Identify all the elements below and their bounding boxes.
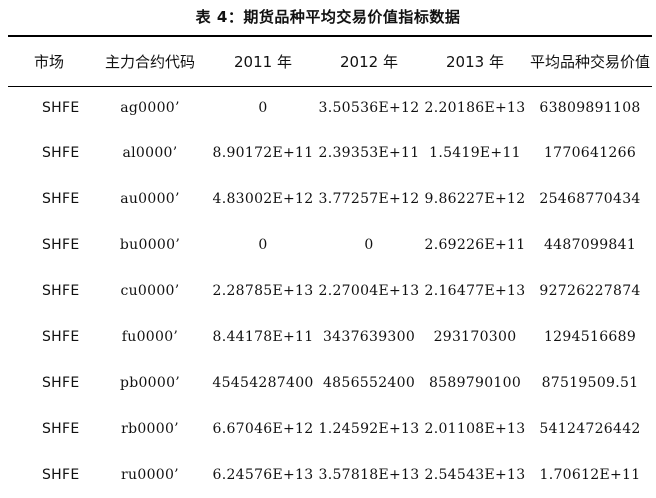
table-row: SHFE bu0000’ 0 0 2.69226E+11 4487099841 [8, 222, 652, 268]
table-row: SHFE fu0000’ 8.44178E+11 3437639300 29317030… [8, 314, 652, 360]
cell-market: SHFE [42, 421, 80, 437]
cell-contract-code: fu0000’ [121, 329, 179, 345]
cell-2011: 0 [258, 100, 268, 116]
cell-2012: 2.39353E+11 [318, 145, 420, 161]
header-contract-code: 主力合约代码 [104, 53, 195, 71]
cell-2011: 6.67046E+12 [212, 421, 314, 437]
cell-2011: 6.24576E+13 [212, 467, 314, 483]
cell-market: SHFE [42, 145, 80, 161]
cell-2012: 3437639300 [322, 329, 416, 345]
cell-average-value: 63809891108 [539, 100, 641, 116]
cell-contract-code: au0000’ [120, 191, 180, 207]
table-row: SHFE cu0000’ 2.28785E+13 2.27004E+13 2.16477… [8, 268, 652, 314]
cell-2013: 2.16477E+13 [424, 283, 526, 299]
table-row: SHFE ag0000’ 0 3.50536E+12 2.20186E+13 638098… [8, 86, 652, 130]
cell-2013: 2.54543E+13 [424, 467, 526, 483]
header-2012: 2012 年 [340, 53, 398, 71]
cell-2012: 3.57818E+13 [318, 467, 420, 483]
cell-2013: 1.5419E+11 [429, 145, 521, 161]
cell-2011: 8.90172E+11 [212, 145, 314, 161]
cell-2012: 4856552400 [322, 375, 416, 391]
cell-average-value: 92726227874 [539, 283, 641, 299]
table-body: SHFE ag0000’ 0 3.50536E+12 2.20186E+13 638098… [8, 86, 652, 498]
cell-2013: 293170300 [433, 329, 517, 345]
cell-2013: 8589790100 [428, 375, 522, 391]
cell-2012: 0 [364, 237, 374, 253]
table-row: SHFE ru0000’ 6.24576E+13 3.57818E+13 2.54543… [8, 452, 652, 498]
cell-2013: 9.86227E+12 [424, 191, 526, 207]
header-2013: 2013 年 [446, 53, 504, 71]
cell-contract-code: rb0000’ [121, 421, 179, 437]
header-market: 市场 [33, 53, 64, 71]
cell-market: SHFE [42, 375, 80, 391]
cell-market: SHFE [42, 100, 80, 116]
header-average-value: 平均品种交易价值 [529, 53, 650, 71]
table-header-row: 市场 主力合约代码 2011 年 2012 年 2013 年 平均品种交易价值 [8, 38, 652, 86]
table-row: SHFE al0000’ 8.90172E+11 2.39353E+11 1.5419E… [8, 130, 652, 176]
cell-2011: 45454287400 [212, 375, 314, 391]
cell-2011: 2.28785E+13 [212, 283, 314, 299]
cell-average-value: 1294516689 [543, 329, 637, 345]
header-2011: 2011 年 [234, 53, 292, 71]
cell-market: SHFE [42, 467, 80, 483]
cell-2013: 2.20186E+13 [424, 100, 526, 116]
cell-2012: 3.50536E+12 [318, 100, 420, 116]
cell-average-value: 54124726442 [539, 421, 641, 437]
cell-2012: 2.27004E+13 [318, 283, 420, 299]
data-table: 市场 主力合约代码 2011 年 2012 年 2013 年 平均品种交易价值 … [8, 38, 652, 498]
cell-market: SHFE [42, 329, 80, 345]
cell-2013: 2.69226E+11 [424, 237, 526, 253]
cell-contract-code: ru0000’ [121, 467, 179, 483]
cell-average-value: 1770641266 [543, 145, 637, 161]
cell-2012: 3.77257E+12 [318, 191, 420, 207]
table-row: SHFE pb0000’ 45454287400 4856552400 85897901… [8, 360, 652, 406]
cell-average-value: 4487099841 [543, 237, 637, 253]
cell-market: SHFE [42, 237, 80, 253]
cell-contract-code: al0000’ [122, 145, 178, 161]
cell-market: SHFE [42, 283, 80, 299]
cell-2013: 2.01108E+13 [424, 421, 526, 437]
cell-average-value: 87519509.51 [541, 375, 639, 391]
cell-contract-code: pb0000’ [119, 375, 181, 391]
cell-2011: 4.83002E+12 [212, 191, 314, 207]
cell-average-value: 25468770434 [539, 191, 641, 207]
table-row: SHFE rb0000’ 6.67046E+12 1.24592E+13 2.01108… [8, 406, 652, 452]
cell-contract-code: cu0000’ [120, 283, 180, 299]
cell-2011: 0 [258, 237, 268, 253]
table-title: 表 4：期货品种平均交易价值指标数据 [195, 8, 461, 26]
table-top-rule [8, 35, 652, 37]
table-row: SHFE au0000’ 4.83002E+12 3.77257E+12 9.86227… [8, 176, 652, 222]
cell-2011: 8.44178E+11 [212, 329, 314, 345]
cell-average-value: 1.70612E+11 [539, 467, 641, 483]
cell-2012: 1.24592E+13 [318, 421, 420, 437]
cell-market: SHFE [42, 191, 80, 207]
cell-contract-code: ag0000’ [120, 100, 180, 116]
cell-contract-code: bu0000’ [119, 237, 181, 253]
